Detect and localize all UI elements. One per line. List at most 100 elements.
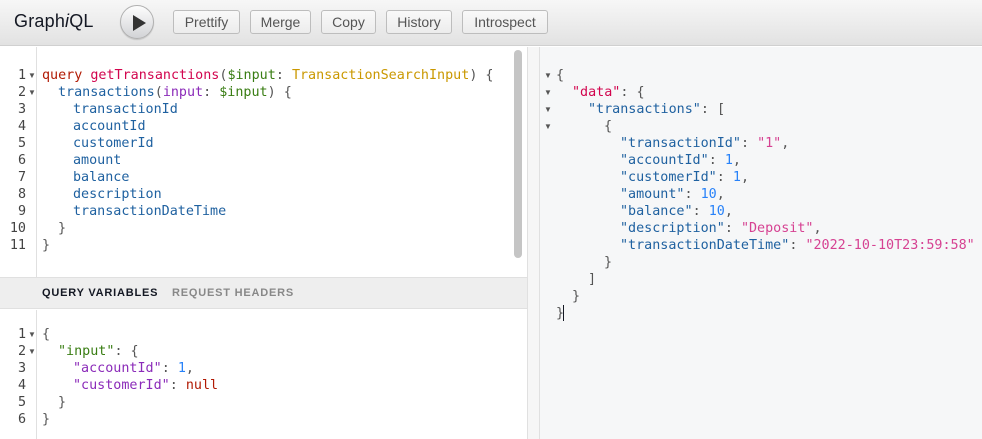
- variables-line-2: "input": {: [58, 344, 139, 359]
- query-field: transactionDateTime: [73, 204, 227, 219]
- line-number: 4: [17, 119, 26, 134]
- query-keyword: query: [42, 68, 83, 83]
- result-row: "balance": 10,: [620, 204, 733, 219]
- query-field: customerId: [73, 136, 154, 151]
- merge-button[interactable]: Merge: [250, 10, 311, 34]
- fold-arrow-icon[interactable]: ▼: [544, 101, 552, 118]
- query-field: transactionId: [73, 102, 178, 117]
- comma: ,: [740, 170, 749, 185]
- app-title: GraphiQL: [14, 11, 94, 32]
- line-number: 10: [9, 221, 26, 236]
- json-value: 10: [700, 187, 717, 202]
- fold-arrow-icon[interactable]: ▼: [28, 84, 36, 101]
- json-value: "2022-10-10T23:59:58": [805, 238, 975, 253]
- result-transactions-line: "transactions": [: [588, 102, 726, 117]
- json-value: "1": [757, 136, 782, 151]
- query-field: description: [73, 187, 162, 202]
- json-key: "transactions": [588, 102, 701, 117]
- query-variable: $input: [219, 85, 268, 100]
- line-number: 2: [17, 85, 26, 100]
- closing-brace: }: [42, 412, 51, 427]
- result-row: "transactionId": "1",: [620, 136, 790, 151]
- query-field: accountId: [73, 119, 146, 134]
- variables-line-4: "customerId": null: [73, 378, 219, 393]
- play-icon: [133, 15, 146, 31]
- closing-brace: }: [572, 289, 581, 304]
- line-number: 9: [17, 204, 26, 219]
- operation-name: getTransanctions: [90, 68, 220, 83]
- line-number: 3: [17, 102, 26, 117]
- variables-panel-header: QUERY VARIABLES REQUEST HEADERS: [0, 277, 527, 309]
- line-number: 1: [17, 327, 26, 342]
- query-variable-type: TransactionSearchInput: [291, 68, 470, 83]
- json-key: "description": [620, 221, 725, 236]
- result-data-line: "data": {: [572, 85, 645, 100]
- json-value: null: [185, 378, 219, 393]
- line-number: 1: [17, 68, 26, 83]
- json-key: "balance": [620, 204, 693, 219]
- json-key: "customerId": [73, 378, 170, 393]
- variables-line-3: "accountId": 1,: [73, 361, 194, 376]
- line-number: 5: [17, 395, 26, 410]
- comma: ,: [716, 187, 725, 202]
- line-number: 11: [9, 238, 26, 253]
- query-variable: $input: [227, 68, 276, 83]
- app-title-suffix: QL: [69, 11, 94, 31]
- tab-query-variables[interactable]: QUERY VARIABLES: [42, 287, 158, 299]
- line-number: 7: [17, 170, 26, 185]
- app-title-prefix: Graph: [14, 11, 66, 31]
- json-value: 1: [177, 361, 186, 376]
- query-field: amount: [73, 153, 122, 168]
- fold-arrow-icon[interactable]: ▼: [28, 67, 36, 84]
- result-row: "amount": 10,: [620, 187, 725, 202]
- json-key: "accountId": [620, 153, 709, 168]
- opening-brace: {: [42, 327, 51, 342]
- closing-brace: }: [42, 238, 51, 253]
- toolbar: GraphiQL Prettify Merge Copy History Int…: [0, 0, 982, 46]
- result-row: "accountId": 1,: [620, 153, 741, 168]
- line-number: 2: [17, 344, 26, 359]
- json-key: "amount": [620, 187, 685, 202]
- comma: ,: [813, 221, 822, 236]
- text-cursor: [563, 305, 564, 321]
- opening-brace: {: [556, 68, 565, 83]
- closing-brace: }: [58, 221, 67, 236]
- json-key: "input": [58, 344, 115, 359]
- query-editor-scrollbar[interactable]: [514, 50, 522, 258]
- fold-arrow-icon[interactable]: ▼: [28, 326, 36, 343]
- query-field: transactions: [58, 85, 155, 100]
- json-key: "data": [572, 85, 621, 100]
- opening-brace: {: [604, 119, 613, 134]
- json-key: "transactionDateTime": [620, 238, 790, 253]
- comma: ,: [732, 153, 741, 168]
- query-argument: input: [162, 85, 204, 100]
- result-row: "description": "Deposit",: [620, 221, 822, 236]
- introspect-button[interactable]: Introspect: [462, 10, 548, 34]
- result-row: "customerId": 1,: [620, 170, 749, 185]
- json-value: 1: [724, 153, 733, 168]
- execute-query-button[interactable]: [120, 5, 154, 39]
- prettify-button[interactable]: Prettify: [173, 10, 240, 34]
- fold-arrow-icon[interactable]: ▼: [28, 343, 36, 360]
- query-line-1: query getTransanctions($input: Transacti…: [42, 68, 494, 83]
- line-number: 5: [17, 136, 26, 151]
- comma: ,: [724, 204, 733, 219]
- fold-arrow-icon[interactable]: ▼: [544, 67, 552, 84]
- result-row: "transactionDateTime": "2022-10-10T23:59…: [620, 238, 975, 253]
- query-line-2: transactions(input: $input) {: [58, 85, 292, 100]
- tab-request-headers[interactable]: REQUEST HEADERS: [172, 287, 294, 299]
- comma: ,: [781, 136, 790, 151]
- history-button[interactable]: History: [386, 10, 452, 34]
- fold-arrow-icon[interactable]: ▼: [544, 118, 552, 135]
- line-number: 8: [17, 187, 26, 202]
- line-number: 6: [17, 153, 26, 168]
- closing-brace: }: [58, 395, 67, 410]
- line-number: 3: [17, 361, 26, 376]
- pane-resize-handle[interactable]: [527, 47, 540, 439]
- json-value: 1: [732, 170, 741, 185]
- json-value: "Deposit": [740, 221, 814, 236]
- fold-arrow-icon[interactable]: ▼: [544, 84, 552, 101]
- json-key: "transactionId": [620, 136, 741, 151]
- closing-bracket: ]: [588, 272, 597, 287]
- copy-button[interactable]: Copy: [321, 10, 376, 34]
